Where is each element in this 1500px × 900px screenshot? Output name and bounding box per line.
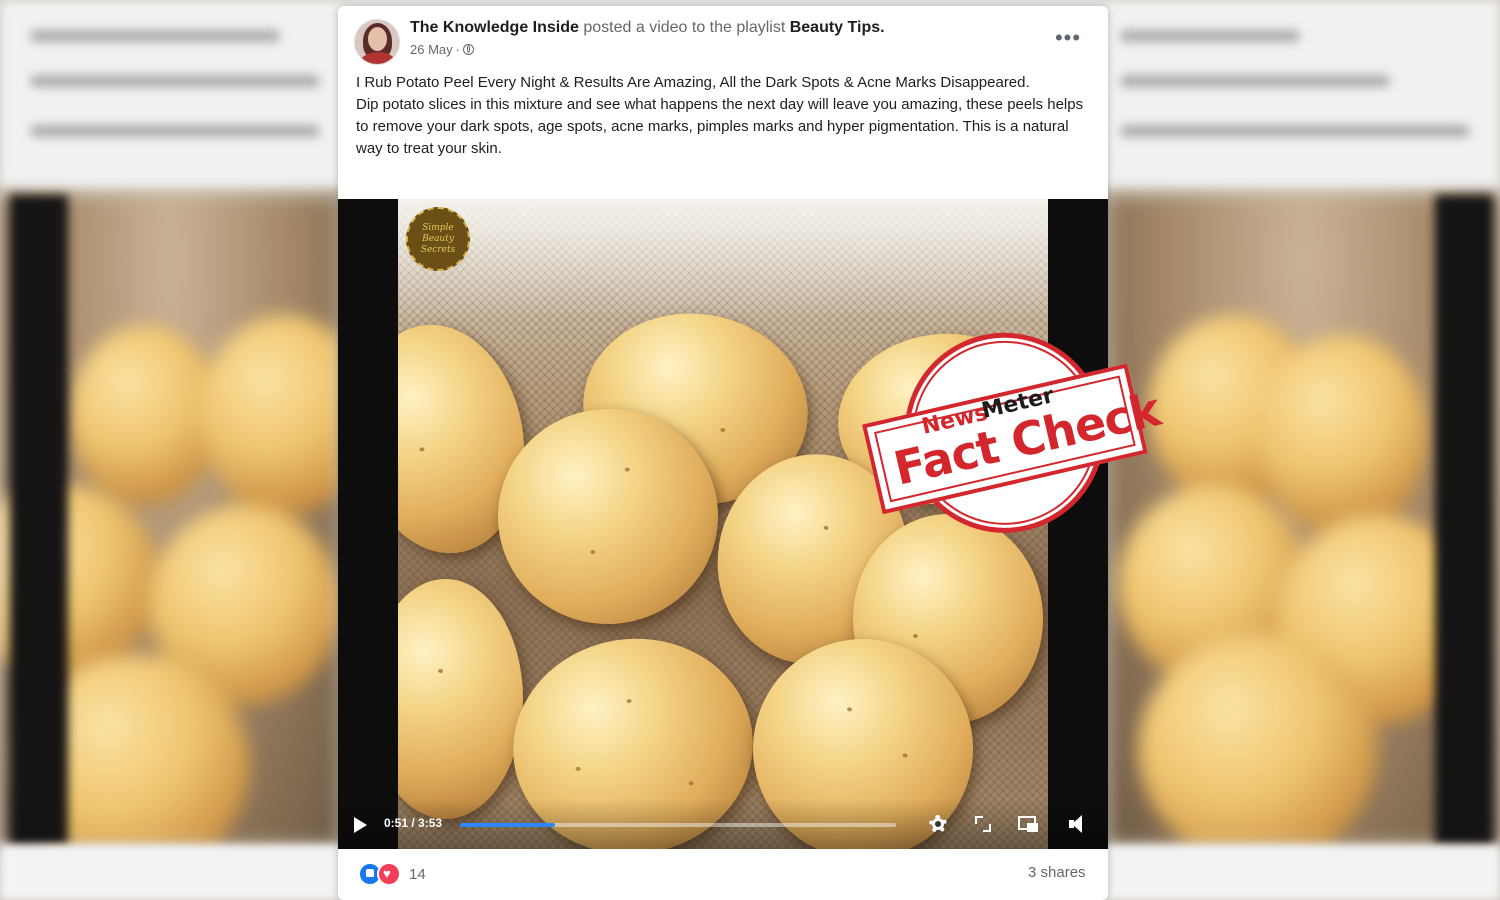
blurred-letterbox (10, 195, 68, 845)
picture-in-picture-icon[interactable] (1016, 812, 1040, 836)
blurred-text (30, 75, 320, 87)
blurred-text (1120, 30, 1300, 42)
duration: 3:53 (418, 816, 443, 830)
post-date-link[interactable]: 26 May (410, 42, 453, 57)
post-header: The Knowledge Inside posted a video to t… (410, 19, 885, 37)
post-text: I Rub Potato Peel Every Night & Results … (356, 72, 1096, 160)
meta-separator: · (455, 42, 460, 57)
video-time: 0:51 / 3:53 (384, 816, 442, 830)
reaction-count: 14 (409, 865, 426, 883)
author-avatar[interactable] (354, 19, 400, 65)
love-reaction-icon (377, 862, 401, 886)
video-progress-fill (460, 823, 556, 827)
channel-watermark-logo: Simple Beauty Secrets (406, 207, 470, 271)
more-options-icon[interactable]: ••• (1050, 24, 1086, 52)
post-meta: 26 May · (410, 42, 474, 57)
reactions-summary[interactable]: 14 (358, 862, 426, 886)
fullscreen-expand-icon[interactable] (971, 812, 995, 836)
play-icon[interactable] (354, 817, 367, 833)
post-text-body: Dip potato slices in this mixture and se… (356, 96, 1084, 157)
post-action-text: posted a video to the playlist (583, 19, 786, 36)
shares-count-link[interactable]: 3 shares (1028, 864, 1086, 881)
blurred-letterbox (1435, 195, 1493, 845)
blurred-text (30, 30, 280, 42)
blurred-text (30, 125, 320, 137)
time-separator: / (408, 816, 419, 830)
globe-icon (462, 44, 474, 55)
blurred-text (1120, 75, 1390, 87)
blurred-text (1120, 125, 1470, 137)
current-time: 0:51 (384, 816, 409, 830)
video-progress-bar[interactable] (460, 823, 896, 827)
settings-gear-icon[interactable] (926, 812, 950, 836)
post-text-headline: I Rub Potato Peel Every Night & Results … (356, 74, 1030, 91)
volume-icon[interactable] (1066, 812, 1090, 836)
playlist-link[interactable]: Beauty Tips. (790, 19, 885, 36)
video-controls: 0:51 / 3:53 (338, 799, 1108, 849)
author-name-link[interactable]: The Knowledge Inside (410, 19, 579, 36)
